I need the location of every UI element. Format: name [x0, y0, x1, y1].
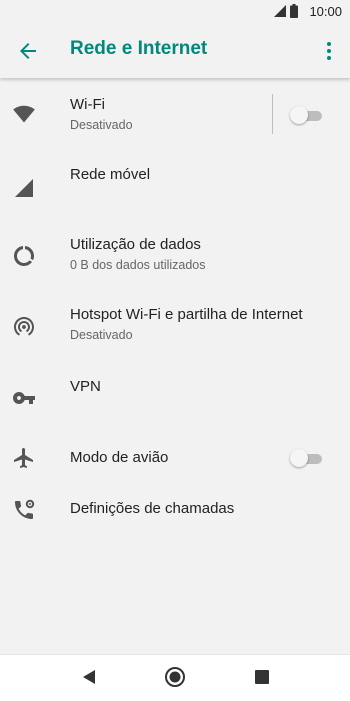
hotspot-title: Hotspot Wi-Fi e partilha de Internet: [70, 306, 303, 323]
cellular-signal-icon: [274, 5, 286, 17]
vpn-title: VPN: [70, 378, 101, 395]
system-navigation-bar: [0, 654, 350, 701]
hotspot-setting[interactable]: Hotspot Wi-Fi e partilha de Internet Des…: [0, 302, 350, 356]
data-usage-summary: 0 B dos dados utilizados: [70, 258, 206, 272]
app-bar: Rede e Internet: [0, 24, 350, 78]
toggle-thumb: [290, 449, 308, 467]
hotspot-icon: [14, 317, 34, 336]
nav-home-icon[interactable]: [164, 666, 186, 688]
wifi-setting[interactable]: Wi-Fi Desativado: [0, 90, 350, 144]
vpn-setting[interactable]: VPN: [0, 374, 350, 424]
battery-icon: [290, 4, 298, 18]
vpn-key-icon: [13, 392, 35, 404]
wifi-icon: [13, 105, 35, 123]
airplane-mode-title: Modo de avião: [70, 449, 169, 466]
status-bar: 10:00: [0, 0, 350, 24]
toggle-thumb: [290, 106, 308, 124]
call-settings-setting[interactable]: Definições de chamadas: [0, 496, 350, 542]
hotspot-status: Desativado: [70, 328, 133, 342]
wifi-toggle[interactable]: [290, 105, 324, 125]
nav-back-icon[interactable]: [80, 667, 98, 687]
wifi-status: Desativado: [70, 118, 133, 132]
status-time: 10:00: [309, 4, 342, 19]
airplane-mode-toggle[interactable]: [290, 448, 324, 468]
data-usage-icon: [14, 246, 34, 266]
wifi-divider: [272, 94, 273, 134]
cellular-signal-icon: [15, 179, 33, 197]
more-options-icon[interactable]: [322, 39, 336, 63]
mobile-network-setting[interactable]: Rede móvel: [0, 162, 350, 212]
wifi-title: Wi-Fi: [70, 96, 105, 113]
airplane-icon: [14, 448, 33, 468]
back-arrow-icon[interactable]: [16, 39, 40, 63]
phone-settings-icon: [15, 499, 35, 519]
mobile-network-title: Rede móvel: [70, 166, 151, 183]
nav-recents-icon[interactable]: [255, 670, 269, 684]
data-usage-title: Utilização de dados: [70, 236, 201, 253]
data-usage-setting[interactable]: Utilização de dados 0 B dos dados utiliz…: [0, 232, 350, 286]
airplane-mode-setting[interactable]: Modo de avião: [0, 444, 350, 490]
page-title: Rede e Internet: [70, 38, 208, 59]
call-settings-title: Definições de chamadas: [70, 500, 235, 517]
